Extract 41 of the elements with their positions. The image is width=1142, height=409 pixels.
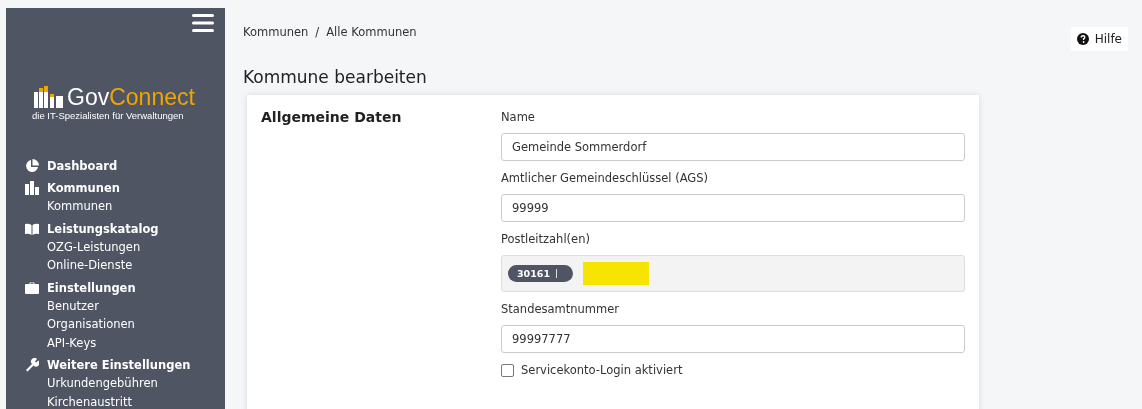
section-title: Allgemeine Daten xyxy=(261,109,403,127)
field-label: Name xyxy=(501,110,536,124)
help-button[interactable]: Hilfe xyxy=(1070,27,1128,51)
nav-section[interactable]: Kommunen xyxy=(47,181,120,195)
nav-section[interactable]: Leistungskatalog xyxy=(47,221,159,236)
help-icon xyxy=(1076,33,1089,45)
logo-tagline: die IT-Spezialisten für Verwaltungen xyxy=(32,110,185,121)
breadcrumb-item[interactable]: Kommunen xyxy=(243,25,309,39)
building-logo-icon xyxy=(34,86,64,108)
checkbox[interactable] xyxy=(501,363,514,377)
nav-item[interactable]: Organisationen xyxy=(25,315,225,334)
nav-item[interactable]: Urkundengebühren xyxy=(25,374,225,393)
briefcase-icon xyxy=(25,280,39,295)
nav-item[interactable]: Online-Dienste xyxy=(25,256,225,275)
input-field[interactable]: Gemeinde Sommerdorf xyxy=(501,133,965,161)
page-title: Kommune bearbeiten xyxy=(243,67,428,87)
nav-item[interactable]: Benutzer xyxy=(25,296,225,315)
field-label: Postleitzahl(en) xyxy=(501,232,591,246)
logo-text: GovConnect xyxy=(67,86,195,108)
field-label: Amtlicher Gemeindeschlüssel (AGS) xyxy=(501,171,709,185)
nav-section[interactable]: Weitere Einstellungen xyxy=(47,358,191,372)
postal-code-tag[interactable]: 30161 xyxy=(508,265,574,282)
input-field[interactable]: 99997777 xyxy=(501,325,965,353)
nav-section[interactable]: Einstellungen xyxy=(47,280,136,295)
input-field[interactable]: 99999 xyxy=(501,194,965,222)
nav-item[interactable]: API-Keys xyxy=(25,333,225,352)
wrench-icon xyxy=(25,358,39,372)
book-icon xyxy=(25,221,39,236)
nav-item[interactable]: Kommunen xyxy=(25,197,225,216)
breadcrumb-item[interactable]: Alle Kommunen xyxy=(326,25,417,39)
pie-chart-icon xyxy=(25,159,39,173)
field-label: Standesamtnummer xyxy=(501,302,621,316)
redaction-block xyxy=(583,262,650,285)
tag-input-field[interactable]: 30161 xyxy=(501,255,965,292)
menu-icon[interactable] xyxy=(192,14,214,32)
buildings-icon xyxy=(25,181,39,195)
nav-item[interactable]: Kirchenaustritt xyxy=(25,392,225,409)
breadcrumb-separator: / xyxy=(315,25,320,39)
nav-item[interactable]: OZG-Leistungen xyxy=(25,237,225,256)
nav-section[interactable]: Dashboard xyxy=(47,159,118,173)
checkbox-label: Servicekonto-Login aktiviert xyxy=(521,363,683,377)
